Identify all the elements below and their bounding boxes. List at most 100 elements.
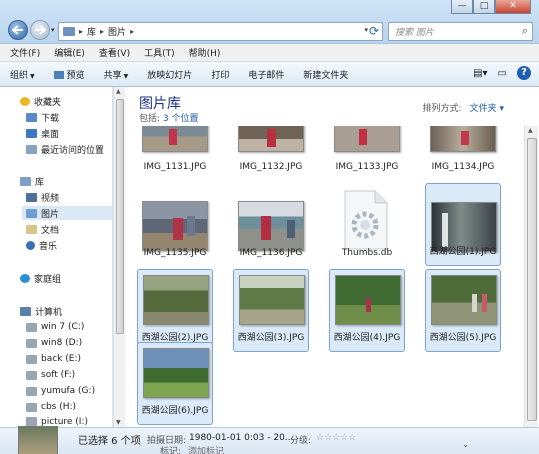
sidebar-item-drive-e[interactable]: back (E:) [26,352,81,366]
file-name: 西湖公园(1).JPG [429,247,497,257]
sidebar-item-music[interactable]: 音乐 [26,238,57,252]
photo-thumbnail [334,126,400,152]
sidebar-favorites[interactable]: 收藏夹 [20,94,61,108]
minimize-button[interactable]: — [451,0,473,14]
help-icon[interactable]: ? [517,66,531,80]
file-item-selected[interactable]: 西湖公园(4).JPG [329,269,405,352]
preview-icon [53,70,64,79]
photo-thumbnail [335,275,401,325]
drive-icon [26,338,37,348]
file-name: Thumbs.db [341,248,393,258]
sidebar-item-drive-g[interactable]: yumufa (G:) [26,384,95,398]
change-view-icon[interactable]: ▤▾ [473,68,487,79]
print-button[interactable]: 打印 [211,68,229,81]
arrow-right-icon [35,25,46,35]
file-item-selected[interactable]: 西湖公园(2).JPG [137,269,213,352]
sidebar-item-documents[interactable]: 文档 [26,222,59,236]
command-bar: 组织 ▼ 预览 共享 ▼ 放映幻灯片 打印 电子邮件 新建文件夹 ▤▾ ▭ ? [0,62,539,87]
rating-label: 分级: [290,436,312,446]
selection-thumbnail [18,426,58,454]
preview-pane-icon[interactable]: ▭ [498,68,507,79]
scroll-up-icon[interactable]: ▲ [528,127,533,134]
arrange-dropdown[interactable]: 文件夹 ▾ [470,104,504,114]
scroll-up-icon[interactable]: ▲ [116,88,121,95]
menu-tools[interactable]: 工具(T) [144,46,175,59]
sidebar-item-videos[interactable]: 视频 [26,190,59,204]
file-item-selected[interactable]: 西湖公园(5).JPG [425,269,501,352]
sidebar-item-drive-d[interactable]: win8 (D:) [26,336,82,350]
scroll-down-icon[interactable]: ▼ [116,419,121,426]
breadcrumb-separator[interactable]: ▸ [130,27,134,36]
sidebar-label: 音乐 [39,241,58,252]
search-icon: ⌕ [521,24,528,37]
arrow-left-icon [12,25,23,35]
breadcrumb-separator[interactable]: ▸ [79,27,83,36]
file-item[interactable]: IMG_1131.JPG [137,126,213,178]
drive-icon [26,386,37,396]
sidebar-item-desktop[interactable]: 桌面 [26,126,59,140]
address-bar[interactable]: ▸ 库 ▸ 图片 ▸ ▾ [58,22,383,41]
refresh-button[interactable]: ⟳ [366,23,382,39]
content-scrollbar[interactable]: ▲ [524,126,538,427]
sidebar-homegroup[interactable]: 家庭组 [20,271,61,285]
sidebar-label: 库 [35,177,45,188]
email-button[interactable]: 电子邮件 [248,68,284,81]
drive-icon [26,322,37,332]
menu-view[interactable]: 查看(V) [99,46,130,59]
sidebar-label: win 7 (C:) [41,322,85,332]
tags-label: 标记: [160,447,182,454]
add-tag-field[interactable]: 添加标记 [188,444,224,454]
file-item[interactable]: IMG_1133.JPG [329,126,405,178]
breadcrumb-separator[interactable]: ▸ [100,27,104,36]
file-item[interactable]: IMG_1135.JPG [137,183,213,266]
menu-edit[interactable]: 编辑(E) [54,46,85,59]
back-button[interactable] [8,20,28,40]
menu-help[interactable]: 帮助(H) [189,46,221,59]
file-item[interactable]: IMG_1136.JPG [233,183,309,266]
photo-thumbnail [143,348,209,398]
sidebar-label: 计算机 [35,307,63,318]
file-item-selected[interactable]: 西湖公园(1).JPG [425,183,501,266]
sidebar-item-drive-h[interactable]: cbs (H:) [26,400,76,414]
file-item[interactable]: Thumbs.db [329,183,405,266]
new-folder-button[interactable]: 新建文件夹 [303,68,348,81]
content-scroll-thumb[interactable] [527,138,537,421]
sidebar-scroll-thumb[interactable] [116,99,124,334]
sidebar-item-recent[interactable]: 最近访问的位置 [26,142,104,156]
preview-button[interactable]: 预览 [53,68,85,81]
menu-file[interactable]: 文件(F) [10,46,40,59]
sidebar-item-pictures[interactable]: 图片 [22,206,112,220]
sidebar-computer[interactable]: 计算机 [20,304,62,318]
breadcrumb-library[interactable]: 库 [87,25,96,38]
sidebar-item-downloads[interactable]: 下载 [26,110,59,124]
share-button[interactable]: 共享 ▼ [104,68,129,81]
forward-button[interactable] [30,20,50,40]
sidebar-item-drive-c[interactable]: win 7 (C:) [26,320,84,334]
file-item-selected[interactable]: 西湖公园(6).JPG [137,342,213,425]
library-icon [20,176,31,186]
sidebar-scrollbar[interactable]: ▲ ▼ [113,87,125,427]
file-name: IMG_1132.JPG [239,162,303,172]
file-item[interactable]: IMG_1132.JPG [233,126,309,178]
file-item[interactable]: IMG_1134.JPG [425,126,501,178]
sidebar-libraries[interactable]: 库 [20,174,44,188]
title-bar: — □ ✕ ▾ ▸ 库 ▸ 图片 ▸ ▾ ⟳ 搜索 图片 ⌕ [0,0,539,44]
photo-thumbnail [238,201,304,251]
close-button[interactable]: ✕ [495,0,531,14]
recent-pages-dropdown-icon[interactable]: ▾ [51,26,55,34]
sidebar-label: win8 (D:) [41,338,83,348]
organize-label: 组织 [10,70,29,81]
locations-link[interactable]: 3 个位置 [163,114,199,124]
date-taken-value: 1980-01-01 0:03 - 20... [189,433,294,443]
rating-stars[interactable]: ☆☆☆☆☆ [316,433,356,443]
file-name: IMG_1133.JPG [335,162,399,172]
breadcrumb-pictures[interactable]: 图片 [108,25,126,38]
organize-button[interactable]: 组织 ▼ [10,68,35,81]
chevron-down-icon[interactable]: ⌄ [462,440,469,449]
slideshow-button[interactable]: 放映幻灯片 [147,68,192,81]
file-name: IMG_1131.JPG [143,162,207,172]
file-item-selected[interactable]: 西湖公园(3).JPG [233,269,309,352]
sidebar-item-drive-f[interactable]: soft (F:) [26,368,75,382]
search-input[interactable]: 搜索 图片 ⌕ [388,22,533,41]
maximize-button[interactable]: □ [473,0,495,14]
